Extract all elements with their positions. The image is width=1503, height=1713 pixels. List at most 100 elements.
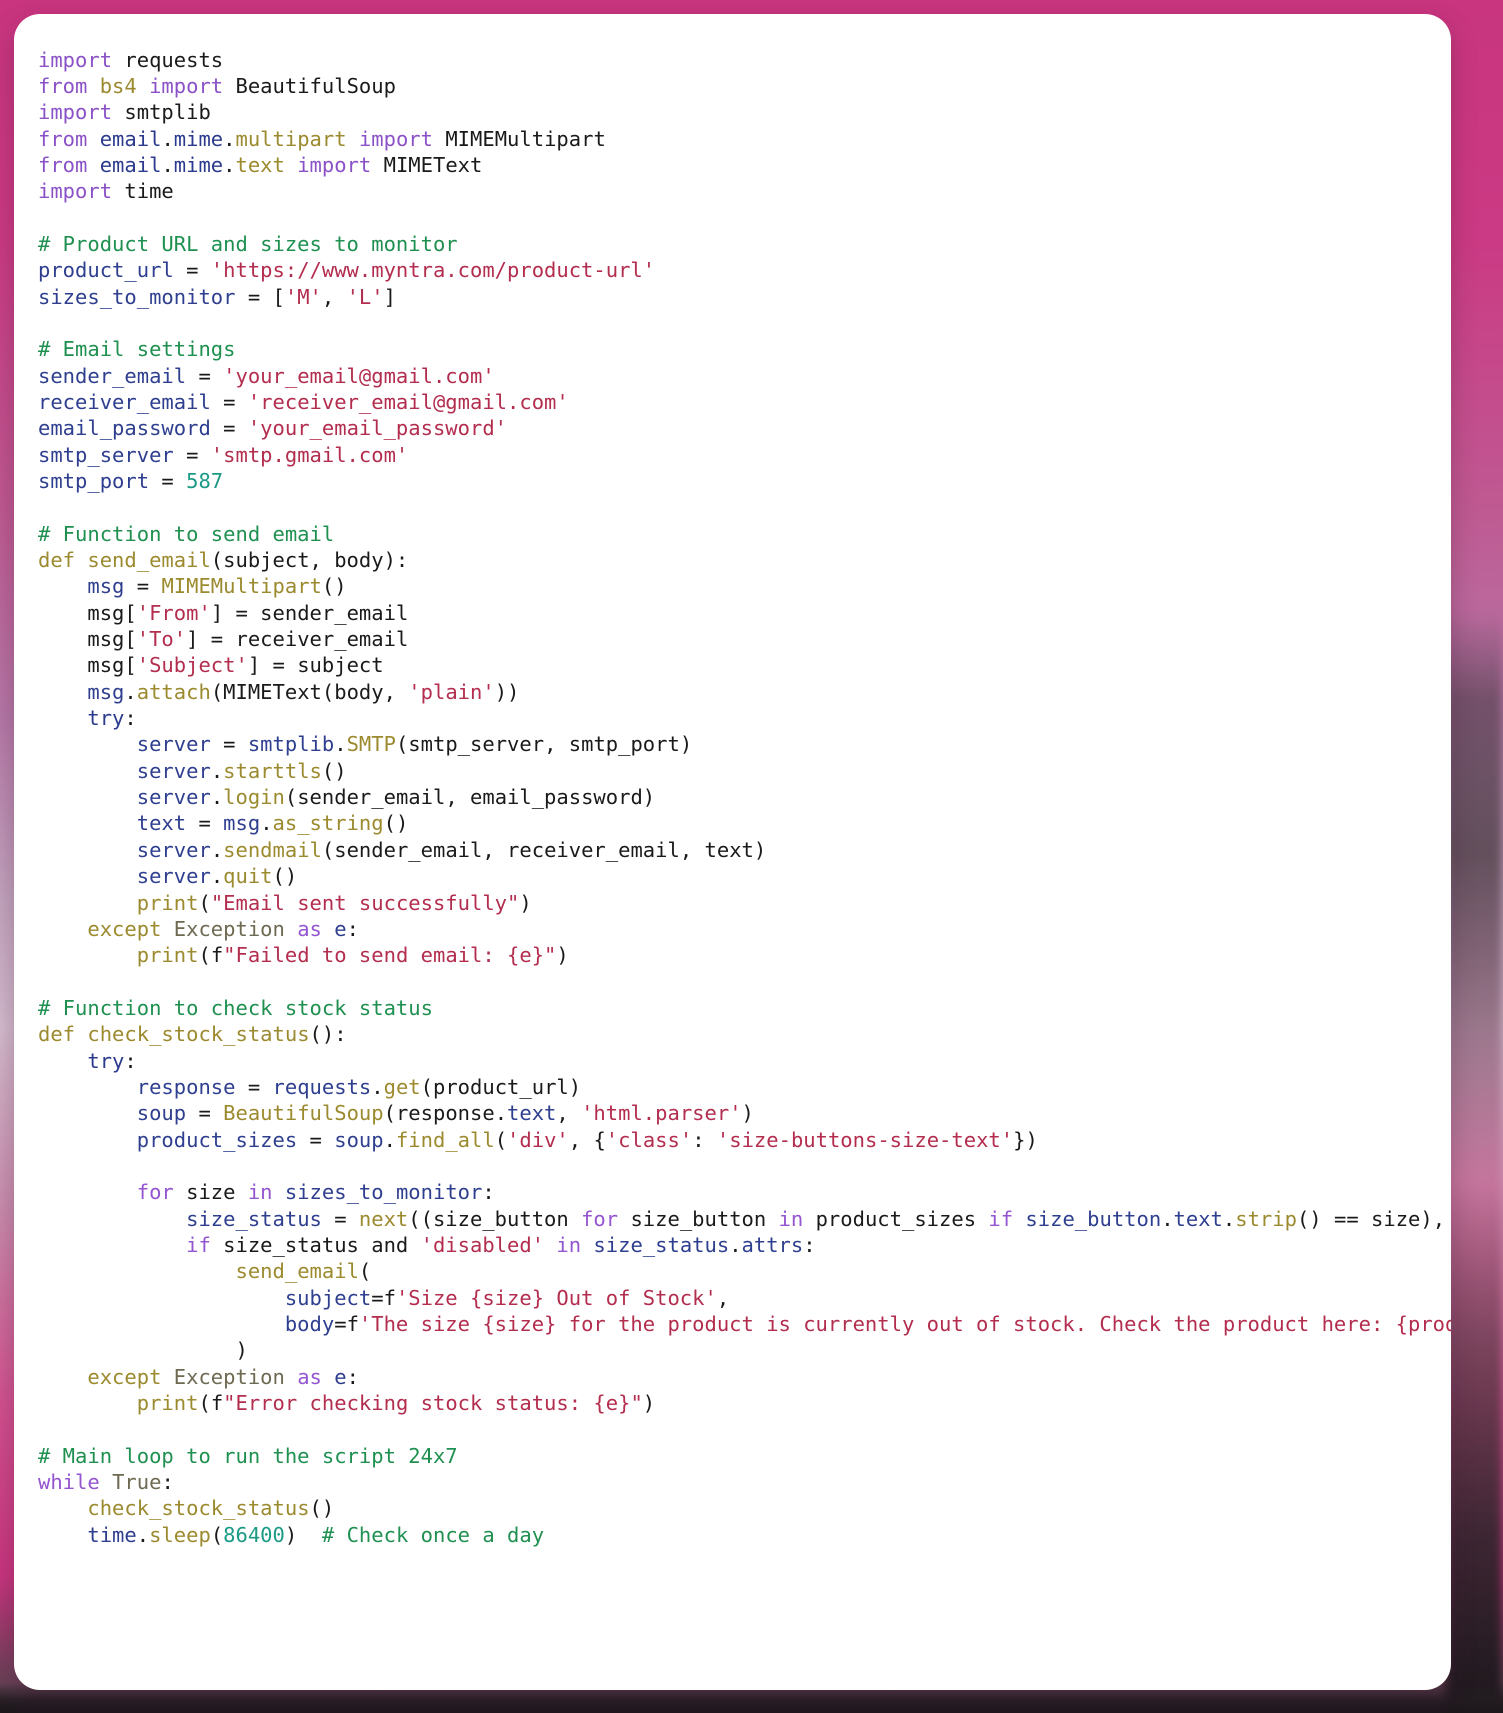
code-token: . xyxy=(161,152,174,177)
code-token: 'size-buttons-size-text' xyxy=(716,1127,1014,1152)
code-token: ] = receiver_email xyxy=(186,627,409,652)
code-token: , xyxy=(716,1285,730,1310)
code-line: server.quit() xyxy=(38,863,1451,889)
code-token: response xyxy=(136,1074,236,1099)
code-token: BeautifulSoup xyxy=(223,73,396,98)
code-token: "Failed to send email: {e}" xyxy=(223,943,557,968)
code-token: product_sizes xyxy=(803,1206,989,1231)
code-token: get xyxy=(383,1074,421,1099)
code-token: in xyxy=(778,1206,804,1231)
code-token: : xyxy=(161,1470,174,1495)
code-token: while xyxy=(38,1470,100,1495)
code-token: : xyxy=(803,1232,816,1257)
code-token: time xyxy=(112,179,174,204)
code-token: 'your_email@gmail.com' xyxy=(223,363,495,388)
code-token: (product_url) xyxy=(420,1074,582,1099)
code-token: text xyxy=(507,1101,557,1126)
code-line: print(f"Failed to send email: {e}") xyxy=(38,942,1451,968)
code-token: )) xyxy=(494,679,520,704)
code-token: True xyxy=(112,1470,162,1495)
code-token: import xyxy=(297,152,372,177)
code-token: print xyxy=(136,943,199,968)
code-token: size_status xyxy=(593,1232,730,1257)
code-line: send_email( xyxy=(38,1258,1451,1284)
code-token: msg xyxy=(223,811,261,836)
code-token: server xyxy=(136,732,211,757)
code-line: server.starttls() xyxy=(38,758,1451,784)
code-token: }) xyxy=(1013,1127,1038,1152)
code-token: 'L' xyxy=(346,284,384,309)
code-token: # Main loop to run the script 24x7 xyxy=(38,1443,458,1468)
code-token: try xyxy=(87,1048,125,1073)
code-token: . xyxy=(210,785,224,810)
code-token: ] = subject xyxy=(247,653,384,678)
code-token: ] = sender_email xyxy=(210,600,409,625)
code-token: subject xyxy=(284,1285,372,1310)
code-line: time.sleep(86400) # Check once a day xyxy=(38,1522,1451,1548)
code-line: ) xyxy=(38,1337,1451,1363)
python-code-block[interactable]: import requests from bs4 import Beautiful… xyxy=(38,47,1451,1549)
code-token: 'smtp.gmail.com' xyxy=(210,442,409,467)
code-line: smtp_port = 587 xyxy=(38,468,1451,494)
code-token: : xyxy=(346,1364,359,1389)
code-token: msg xyxy=(87,574,125,599)
code-token: . xyxy=(1222,1206,1236,1231)
code-token: 86400 xyxy=(223,1522,285,1547)
code-token: "Error checking stock status: {e}" xyxy=(223,1391,643,1416)
code-token: = xyxy=(186,363,224,388)
code-token: ] xyxy=(383,284,396,309)
code-token: () xyxy=(309,1496,335,1521)
code-token: () xyxy=(321,574,347,599)
code-line: from bs4 import BeautifulSoup xyxy=(38,73,1451,99)
code-snippet-card: import requests from bs4 import Beautiful… xyxy=(14,14,1451,1690)
code-token: = [ xyxy=(235,284,285,309)
code-token: : xyxy=(346,916,359,941)
code-token: multipart xyxy=(235,126,347,151)
code-line: sender_email = 'your_email@gmail.com' xyxy=(38,363,1451,389)
code-token: . xyxy=(124,679,137,704)
code-token: (sender_email, receiver_email, text) xyxy=(321,837,767,862)
code-line: from email.mime.text import MIMEText xyxy=(38,152,1451,178)
code-token: in xyxy=(247,1180,273,1205)
code-token: (sender_email, email_password) xyxy=(284,785,656,810)
code-token: as xyxy=(297,1364,322,1389)
code-token: server xyxy=(136,785,211,810)
code-token: = xyxy=(321,1206,359,1231)
code-token: email xyxy=(99,152,162,177)
code-token: if xyxy=(988,1206,1014,1231)
code-token: 587 xyxy=(186,469,224,493)
code-token: 'Subject' xyxy=(136,653,248,678)
code-token: quit xyxy=(223,864,273,889)
code-line: for size in sizes_to_monitor: xyxy=(38,1179,1451,1205)
code-token: = xyxy=(334,1312,347,1336)
code-token: bs4 xyxy=(99,73,137,98)
code-token: ( xyxy=(198,943,211,968)
code-token: print xyxy=(136,890,199,915)
code-token: , xyxy=(321,284,347,309)
code-line: server.sendmail(sender_email, receiver_e… xyxy=(38,837,1451,863)
code-token: BeautifulSoup xyxy=(223,1101,384,1126)
code-token: : xyxy=(124,706,137,731)
code-token: find_all xyxy=(395,1127,495,1152)
code-token: except xyxy=(87,916,162,941)
code-token: : xyxy=(482,1180,495,1205)
code-token: size_button xyxy=(618,1206,779,1231)
code-token: size_status xyxy=(186,1206,322,1231)
code-token: msg xyxy=(87,679,125,704)
code-line: server.login(sender_email, email_passwor… xyxy=(38,784,1451,810)
code-token: attach xyxy=(136,679,211,704)
